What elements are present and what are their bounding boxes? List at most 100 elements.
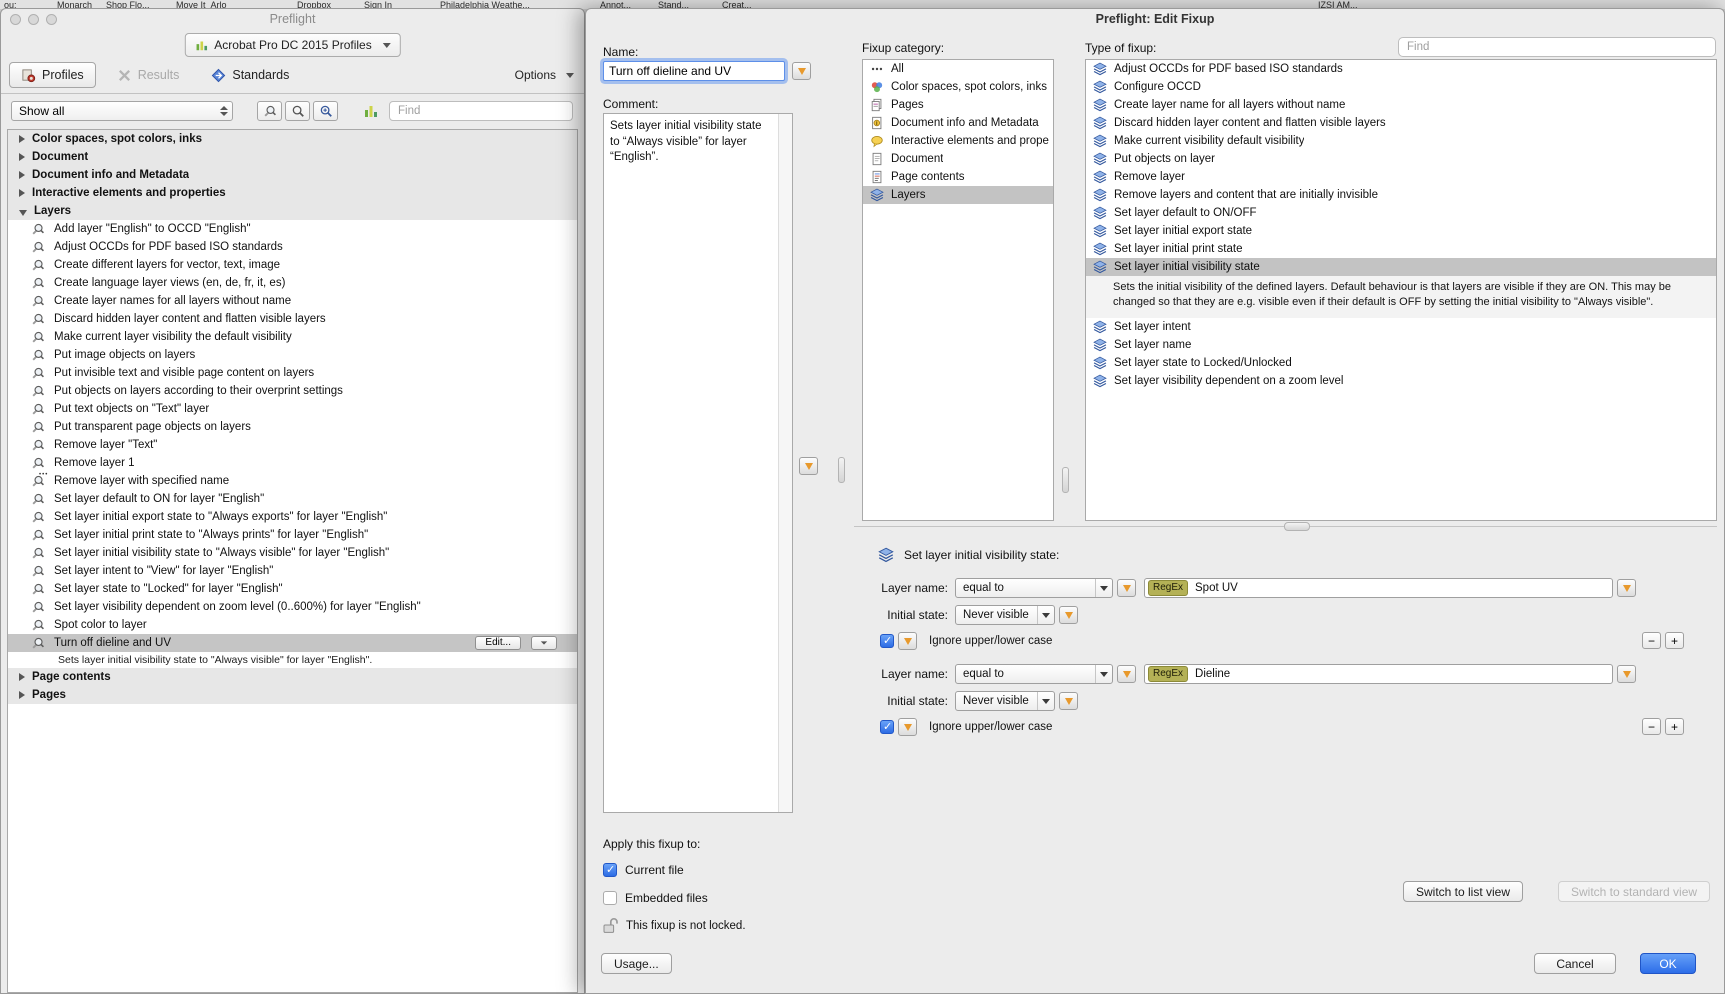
fixup-type-item[interactable]: Make current visibility default visibili… — [1086, 132, 1716, 150]
tree-category[interactable]: Document info and Metadata — [8, 166, 577, 184]
embedded-files-option[interactable]: Embedded files — [603, 891, 708, 905]
fixup-category-item[interactable]: Page contents — [863, 168, 1053, 186]
switch-to-standard-view-button[interactable]: Switch to standard view — [1558, 881, 1711, 902]
embedded-files-checkbox[interactable] — [603, 891, 617, 905]
match-mode-select[interactable]: equal to — [955, 664, 1113, 684]
fixup-find-input[interactable] — [1398, 37, 1716, 57]
fixup-item[interactable]: Make current layer visibility the defaul… — [8, 328, 577, 346]
match-mode-select[interactable]: equal to — [955, 578, 1113, 598]
disclosure-triangle-icon[interactable] — [19, 691, 25, 699]
analyze-button[interactable] — [285, 101, 310, 121]
usage-button[interactable]: Usage... — [601, 953, 672, 974]
fixup-item[interactable]: Put invisible text and visible page cont… — [8, 364, 577, 382]
fixup-item[interactable]: Set layer initial visibility state to "A… — [8, 544, 577, 562]
fixup-type-item[interactable]: Adjust OCCDs for PDF based ISO standards — [1086, 60, 1716, 78]
fixup-item[interactable]: Remove layer 1 — [8, 454, 577, 472]
fixup-type-item[interactable]: Set layer initial visibility state — [1086, 258, 1716, 276]
disclosure-triangle-icon[interactable] — [19, 189, 25, 197]
fixup-item[interactable]: Set layer visibility dependent on zoom l… — [8, 598, 577, 616]
fixup-item[interactable]: Put image objects on layers — [8, 346, 577, 364]
fixup-type-item[interactable]: Set layer initial print state — [1086, 240, 1716, 258]
name-variable-dropdown[interactable] — [792, 62, 811, 80]
fixup-category-item[interactable]: Pages — [863, 96, 1053, 114]
zoom-button[interactable] — [46, 14, 57, 25]
fixup-type-item[interactable]: Remove layers and content that are initi… — [1086, 186, 1716, 204]
fixup-item[interactable]: Turn off dieline and UV Edit... — [8, 634, 577, 652]
current-file-checkbox[interactable] — [603, 863, 617, 877]
initial-state-variable-dropdown[interactable] — [1059, 606, 1078, 624]
fixup-item[interactable]: Put text objects on "Text" layer — [8, 400, 577, 418]
fixup-item[interactable]: Set layer state to "Locked" for layer "E… — [8, 580, 577, 598]
pane-splitter-handle[interactable] — [838, 457, 845, 483]
switch-to-list-view-button[interactable]: Switch to list view — [1403, 881, 1524, 902]
ignore-case-variable-dropdown[interactable] — [898, 718, 917, 736]
fixup-category-item[interactable]: Color spaces, spot colors, inks — [863, 78, 1053, 96]
match-mode-variable-dropdown[interactable] — [1117, 579, 1136, 597]
disclosure-triangle-icon[interactable] — [19, 135, 25, 143]
fixup-category-item[interactable]: i Document info and Metadata — [863, 114, 1053, 132]
analyze-and-fix-button[interactable] — [313, 101, 338, 121]
tree-category[interactable]: Color spaces, spot colors, inks — [8, 130, 577, 148]
fixup-type-item[interactable]: Set layer intent — [1086, 318, 1716, 336]
comment-variable-dropdown[interactable] — [799, 457, 818, 475]
fixup-type-item[interactable]: Set layer initial export state — [1086, 222, 1716, 240]
fixup-category-item[interactable]: Interactive elements and properties — [863, 132, 1053, 150]
fixup-type-item[interactable]: Set layer state to Locked/Unlocked — [1086, 354, 1716, 372]
layer-name-pattern-field[interactable]: RegEx Spot UV — [1144, 578, 1613, 598]
fixup-category-item[interactable]: Layers — [863, 186, 1053, 204]
fixup-name-input[interactable] — [603, 61, 785, 81]
disclosure-triangle-icon[interactable] — [19, 171, 25, 179]
match-mode-variable-dropdown[interactable] — [1117, 665, 1136, 683]
tab-standards[interactable]: Standards — [200, 63, 300, 87]
fixup-item[interactable]: Put transparent page objects on layers — [8, 418, 577, 436]
fixup-item[interactable]: Put objects on layers according to their… — [8, 382, 577, 400]
fixup-item[interactable]: Create different layers for vector, text… — [8, 256, 577, 274]
profile-find-input[interactable] — [389, 101, 573, 121]
options-dropdown[interactable]: Options — [515, 68, 574, 82]
tree-category[interactable]: Page contents — [8, 668, 577, 686]
disclosure-triangle-icon[interactable] — [19, 209, 27, 216]
profiles-set-dropdown[interactable]: Acrobat Pro DC 2015 Profiles — [184, 33, 401, 57]
pattern-variable-dropdown[interactable] — [1617, 579, 1636, 597]
fixup-type-item[interactable]: Configure OCCD — [1086, 78, 1716, 96]
layer-name-pattern-field[interactable]: RegEx Dieline — [1144, 664, 1613, 684]
fixup-item[interactable]: Remove layer "Text" — [8, 436, 577, 454]
fixup-item[interactable]: Adjust OCCDs for PDF based ISO standards — [8, 238, 577, 256]
minimize-button[interactable] — [28, 14, 39, 25]
ignore-case-checkbox[interactable] — [880, 634, 894, 648]
fixup-type-item[interactable]: Put objects on layer — [1086, 150, 1716, 168]
initial-state-select[interactable]: Never visible — [955, 691, 1055, 711]
tree-category[interactable]: Document — [8, 148, 577, 166]
disclosure-triangle-icon[interactable] — [19, 153, 25, 161]
remove-condition-button[interactable]: − — [1642, 718, 1661, 735]
fixup-type-item[interactable]: Remove layer — [1086, 168, 1716, 186]
fixup-item[interactable]: Set layer initial print state to "Always… — [8, 526, 577, 544]
fixup-item[interactable]: Create language layer views (en, de, fr,… — [8, 274, 577, 292]
edit-profile-button[interactable] — [257, 101, 282, 121]
fixup-item[interactable]: Discard hidden layer content and flatten… — [8, 310, 577, 328]
add-condition-button[interactable]: + — [1665, 718, 1684, 735]
initial-state-variable-dropdown[interactable] — [1059, 692, 1078, 710]
fixup-item[interactable]: Set layer initial export state to "Alway… — [8, 508, 577, 526]
open-padlock-icon[interactable] — [602, 917, 618, 934]
add-condition-button[interactable]: + — [1665, 632, 1684, 649]
fixup-category-item[interactable]: Document — [863, 150, 1053, 168]
fixup-type-item[interactable]: Set layer visibility dependent on a zoom… — [1086, 372, 1716, 390]
fixup-item[interactable]: Set layer default to ON for layer "Engli… — [8, 490, 577, 508]
current-file-option[interactable]: Current file — [603, 863, 684, 877]
comment-textarea[interactable]: Sets layer initial visibility state to “… — [603, 113, 793, 813]
fixup-item[interactable]: ••• Remove layer with specified name — [8, 472, 577, 490]
pattern-variable-dropdown[interactable] — [1617, 665, 1636, 683]
fixup-item[interactable]: Set layer intent to "View" for layer "En… — [8, 562, 577, 580]
fixup-item[interactable]: Spot color to layer — [8, 616, 577, 634]
fixup-type-item[interactable]: Set layer name — [1086, 336, 1716, 354]
edit-options-dropdown[interactable] — [531, 636, 557, 650]
comment-scrollbar[interactable] — [778, 114, 792, 812]
fixup-item[interactable]: Create layer names for all layers withou… — [8, 292, 577, 310]
fixup-type-item[interactable]: Set layer default to ON/OFF — [1086, 204, 1716, 222]
ok-button[interactable]: OK — [1640, 953, 1696, 974]
horizontal-splitter-handle[interactable] — [1284, 522, 1310, 531]
initial-state-select[interactable]: Never visible — [955, 605, 1055, 625]
tree-category[interactable]: Pages — [8, 686, 577, 704]
edit-fixup-button[interactable]: Edit... — [475, 636, 521, 650]
